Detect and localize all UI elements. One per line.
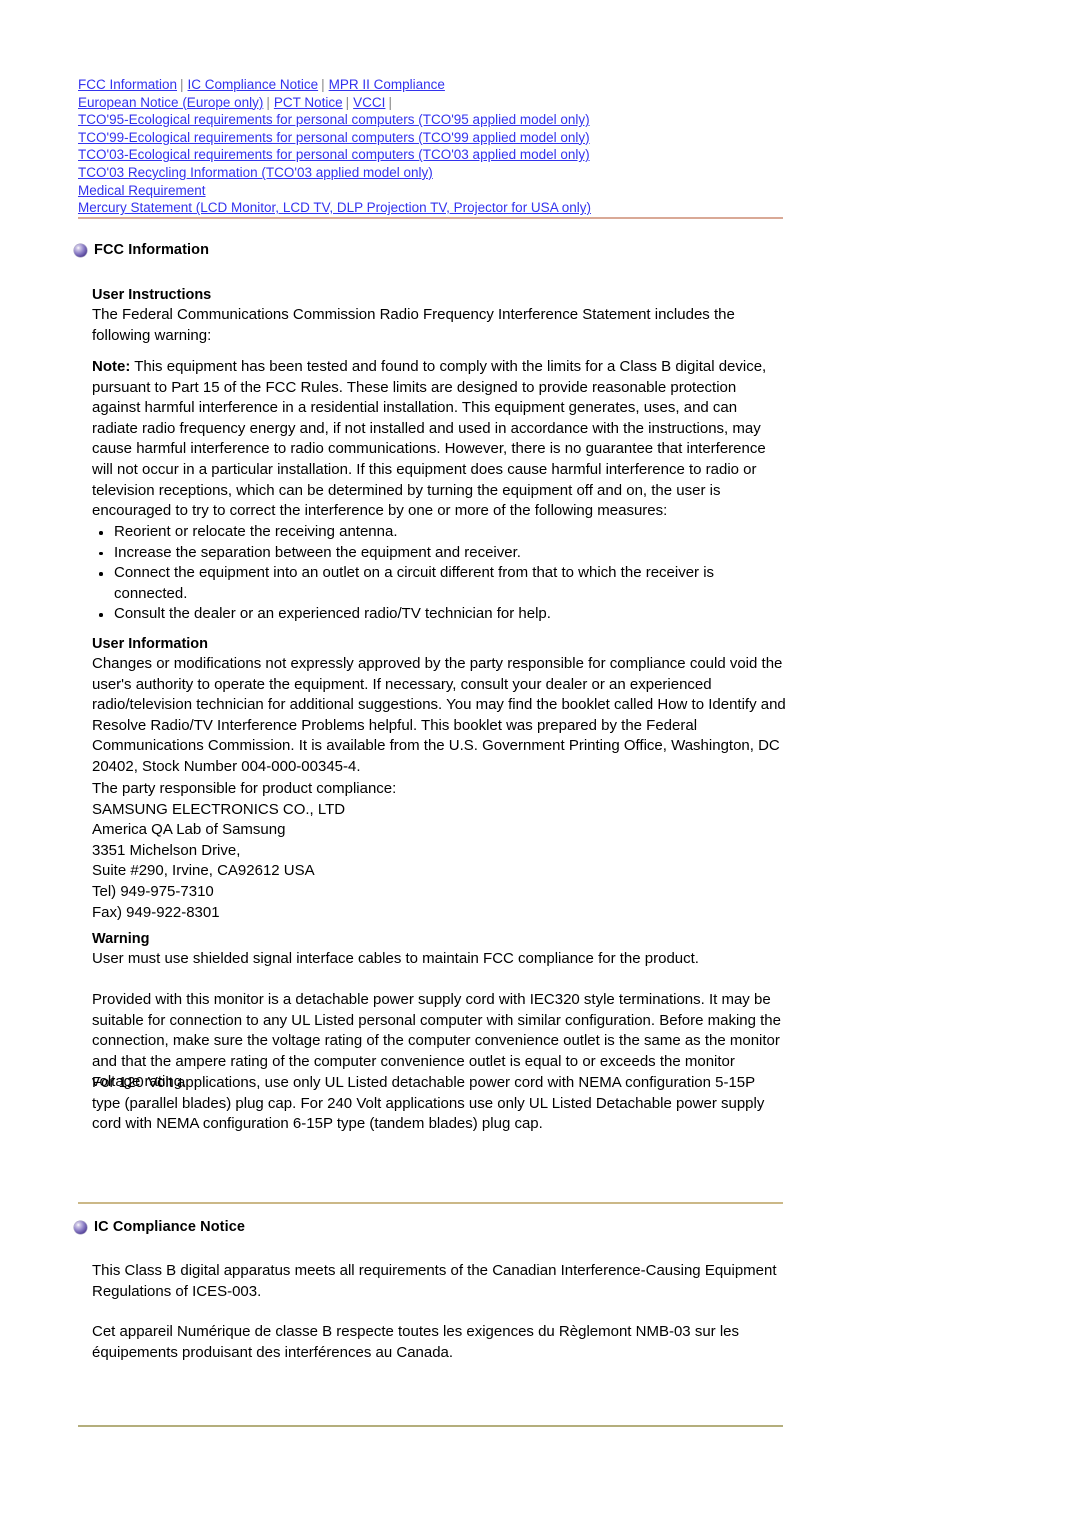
responsible-party-intro: The party responsible for product compli… [92, 780, 397, 797]
responsible-party-fax: Fax) 949-922-8301 [92, 903, 220, 921]
paragraph-user-instructions-intro: The Federal Communications Commission Ra… [92, 306, 735, 344]
note-label: Note: [92, 358, 131, 375]
nav-link[interactable]: TCO'03-Ecological requirements for perso… [78, 147, 590, 162]
paragraph-user-information: Changes or modifications not expressly a… [92, 655, 786, 775]
document-page: FCC Information | IC Compliance Notice | MPR… [0, 0, 1080, 1528]
paragraph-warning-1: User must use shielded signal interface … [92, 950, 699, 967]
paragraph-ic-english: This Class B digital apparatus meets all… [92, 1262, 777, 1300]
nav-link[interactable]: PCT Notice [274, 95, 343, 110]
divider-top [78, 217, 783, 219]
nav-separator: | [388, 94, 392, 110]
nav-link[interactable]: TCO'95-Ecological requirements for perso… [78, 112, 590, 127]
nav-separator: | [266, 94, 270, 110]
nav-link[interactable]: FCC Information [78, 77, 177, 92]
nav-row: TCO'99-Ecological requirements for perso… [78, 129, 938, 147]
responsible-party-division: America QA Lab of Samsung [92, 821, 286, 839]
section-heading-fcc: FCC Information [74, 242, 209, 258]
list-item: Reorient or relocate the receiving anten… [92, 522, 786, 543]
nav-row: TCO'03 Recycling Information (TCO'03 app… [78, 164, 938, 182]
note-body: This equipment has been tested and found… [92, 358, 767, 520]
nav-separator: | [345, 94, 350, 110]
nav-link[interactable]: TCO'99-Ecological requirements for perso… [78, 130, 590, 145]
nav-link[interactable]: Medical Requirement [78, 183, 206, 198]
subheading-user-instructions: User Instructions [92, 287, 212, 303]
nav-row: TCO'95-Ecological requirements for perso… [78, 111, 938, 129]
list-item: Consult the dealer or an experienced rad… [92, 604, 786, 625]
section-nav-links[interactable]: FCC Information | IC Compliance Notice | MPR… [78, 76, 938, 217]
nav-link[interactable]: IC Compliance Notice [188, 77, 319, 92]
bullet-sphere-icon [74, 243, 87, 257]
nav-link[interactable]: MPR II Compliance [329, 77, 445, 92]
divider-bottom [78, 1425, 783, 1427]
paragraph-ic-french: Cet appareil Numérique de classe B respe… [92, 1323, 739, 1361]
nav-link[interactable]: TCO'03 Recycling Information (TCO'03 app… [78, 165, 433, 180]
divider-middle [78, 1202, 783, 1204]
bullet-sphere-icon [74, 1220, 87, 1234]
nav-link[interactable]: European Notice (Europe only) [78, 95, 263, 110]
subheading-user-information: User Information [92, 636, 209, 652]
nav-link[interactable]: Mercury Statement (LCD Monitor, LCD TV, … [78, 200, 591, 215]
subheading-warning: Warning [92, 931, 150, 947]
responsible-party-city: Suite #290, Irvine, CA92612 USA [92, 862, 315, 880]
responsible-party-company: SAMSUNG ELECTRONICS CO., LTD [92, 800, 346, 818]
responsible-party-street: 3351 Michelson Drive, [92, 841, 241, 859]
list-fcc-measures: Reorient or relocate the receiving anten… [92, 522, 786, 625]
section-heading-ic-label: IC Compliance Notice [94, 1219, 246, 1235]
paragraph-fcc-note: Note: This equipment has been tested and… [92, 357, 786, 522]
nav-link[interactable]: VCCI [353, 95, 385, 110]
block-responsible-party: The party responsible for product compli… [92, 779, 786, 923]
nav-row: Mercury Statement (LCD Monitor, LCD TV, … [78, 199, 938, 217]
section-heading-ic: IC Compliance Notice [74, 1219, 245, 1235]
section-heading-fcc-label: FCC Information [94, 242, 210, 258]
nav-row: European Notice (Europe only) | PCT Notice… [78, 94, 938, 112]
nav-separator: | [180, 77, 184, 92]
responsible-party-tel: Tel) 949-975-7310 [92, 882, 214, 900]
list-item: Increase the separation between the equi… [92, 543, 786, 564]
list-item: Connect the equipment into an outlet on … [92, 563, 786, 604]
paragraph-warning-3: For 120 Volt applications, use only UL L… [92, 1074, 765, 1133]
nav-row: Medical Requirement [78, 182, 938, 200]
nav-row: TCO'03-Ecological requirements for perso… [78, 146, 938, 164]
nav-row: FCC Information | IC Compliance Notice | MPR… [78, 76, 938, 94]
nav-separator: | [321, 77, 325, 92]
